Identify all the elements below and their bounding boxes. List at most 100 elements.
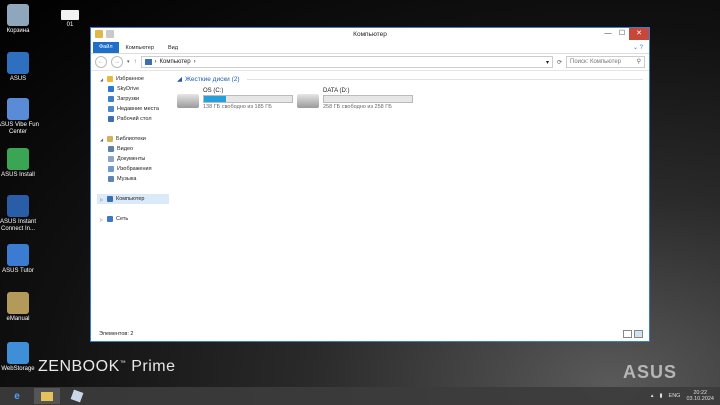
desktop-icon-label: ASUS [9, 76, 27, 82]
drive-name: OS (C:) [203, 88, 224, 94]
asus-install-icon [7, 148, 29, 170]
up-button[interactable]: ↑ [134, 59, 137, 65]
desktop-icon-label: Корзина [6, 28, 30, 34]
drive-free-space: 258 ГБ свободно из 258 ГБ [323, 104, 392, 110]
expand-icon[interactable]: ◢ [100, 137, 104, 142]
internet-explorer-icon[interactable]: e [4, 388, 30, 404]
asus-vibe-icon [7, 98, 29, 120]
desktop-icon-label: ASUS Tutor [2, 268, 34, 274]
system-drive-icon [177, 94, 199, 108]
zenbook-brand: ZENBOOK™ Prime [38, 358, 176, 375]
sidebar-item-label: Компьютер [116, 196, 145, 202]
tab-file[interactable]: Файл [93, 42, 119, 53]
desktop-icon-label: ASUS Install [1, 172, 35, 178]
drive-tile[interactable]: OS (C:) 138 ГБ свободно из 185 ГБ [177, 88, 297, 116]
documents-icon [108, 156, 114, 162]
address-path: Компьютер [159, 59, 191, 65]
sidebar-item-label: Недавние места [117, 106, 159, 112]
search-input[interactable]: Поиск: Компьютер ⚲ [566, 56, 645, 68]
star-icon [107, 76, 113, 82]
desktop-icon-2[interactable]: ASUS [0, 52, 43, 83]
chevron-down-icon[interactable]: ◢ [177, 75, 182, 83]
sidebar-item-4[interactable]: Рабочий стол [97, 114, 169, 124]
app-icon[interactable] [64, 388, 90, 404]
desktop-icon-label: ASUS Instant Connect In... [0, 219, 37, 232]
network-icon[interactable]: ▮ [660, 393, 663, 399]
close-button[interactable]: ✕ [629, 28, 649, 40]
content-pane: ◢ Жесткие диски (2) OS (C:) 138 ГБ свобод… [171, 74, 649, 325]
address-bar[interactable]: › Компьютер › ▾ [140, 56, 553, 68]
desktop-icon-8[interactable]: WebStorage [0, 342, 43, 373]
desktop-icon-7[interactable]: eManual [0, 292, 43, 323]
sidebar-item-11[interactable]: ▷ Сеть [97, 214, 169, 224]
sidebar-item-10[interactable]: ▷ Компьютер [97, 194, 169, 204]
tab-computer[interactable]: Компьютер [119, 45, 161, 51]
sidebar-item-1[interactable]: SkyDrive [97, 84, 169, 94]
sidebar-item-label: Музыка [117, 176, 137, 182]
details-view-icon[interactable] [623, 330, 632, 338]
asus-watermark: ASUS [623, 362, 678, 382]
recycle-bin-icon [7, 4, 29, 26]
minimize-button[interactable]: — [601, 28, 615, 40]
asus-tutor-icon [7, 244, 29, 266]
title-bar[interactable]: Компьютер — ☐ ✕ [91, 28, 649, 42]
navigation-bar: ← → ▾ ↑ › Компьютер › ▾ ⟳ Поиск: Компьют… [91, 54, 649, 71]
desktop-icon [108, 116, 114, 122]
ribbon: Файл Компьютер Вид ⌄ ? [91, 42, 649, 54]
sidebar-item-8[interactable]: Изображения [97, 164, 169, 174]
desktop-icon-4[interactable]: ASUS Install [0, 148, 43, 179]
desktop-icon-5[interactable]: ASUS Instant Connect In... [0, 195, 43, 233]
sidebar-item-6[interactable]: Видео [97, 144, 169, 154]
sidebar-item-7[interactable]: Документы [97, 154, 169, 164]
group-header[interactable]: ◢ Жесткие диски (2) [171, 74, 649, 84]
desktop-icon-label: ASUS Vibe Fun Center [0, 122, 39, 135]
group-label: Жесткие диски (2) [185, 75, 240, 83]
video-icon [108, 146, 114, 152]
drive-tile[interactable]: DATA (D:) 258 ГБ свободно из 258 ГБ [297, 88, 417, 116]
desktop-icon-1[interactable]: 01 [45, 10, 95, 29]
forward-button[interactable]: → [111, 56, 123, 68]
file-explorer-icon[interactable] [34, 388, 60, 404]
expand-icon[interactable]: ◢ [100, 77, 104, 82]
back-button[interactable]: ← [95, 56, 107, 68]
tab-view[interactable]: Вид [161, 45, 185, 51]
desktop-icon-6[interactable]: ASUS Tutor [0, 244, 43, 275]
sidebar-item-3[interactable]: Недавние места [97, 104, 169, 114]
desktop-icon-3[interactable]: ASUS Vibe Fun Center [0, 98, 43, 136]
taskbar: e ▴ ▮ ENG 20:22 03.10.2024 [0, 387, 720, 405]
desktop-icon-label: WebStorage [1, 366, 35, 372]
drive-usage-bar [203, 95, 293, 103]
sidebar-item-9[interactable]: Музыка [97, 174, 169, 184]
large-icons-view-icon[interactable] [634, 330, 643, 338]
maximize-button[interactable]: ☐ [615, 28, 629, 40]
sidebar-item-label: Загрузки [117, 96, 140, 102]
sidebar-item-2[interactable]: Загрузки [97, 94, 169, 104]
address-dropdown-icon[interactable]: ▾ [546, 59, 552, 66]
music-icon [108, 176, 114, 182]
sidebar-item-label: Сеть [116, 216, 129, 222]
download-icon [108, 96, 114, 102]
sidebar-item-label: Видео [117, 146, 134, 152]
flag-icon[interactable]: ▴ [651, 393, 654, 399]
sidebar-item-0[interactable]: ◢ Избранное [97, 74, 169, 84]
status-bar: Элементов: 2 [91, 327, 649, 341]
desktop-icon-label: 01 [66, 22, 74, 28]
help-icon[interactable]: ⌄ ? [633, 44, 643, 51]
language-indicator[interactable]: ENG [669, 393, 681, 399]
drive-free-space: 138 ГБ свободно из 185 ГБ [203, 104, 272, 110]
search-icon[interactable]: ⚲ [637, 58, 641, 65]
refresh-button[interactable]: ⟳ [557, 59, 562, 66]
chevron-right-icon[interactable]: › [194, 59, 196, 65]
recent-icon [108, 106, 114, 112]
emanual-icon [7, 292, 29, 314]
cloud-icon [108, 86, 114, 92]
asus-instant-connect-icon [7, 195, 29, 217]
expand-icon[interactable]: ▷ [100, 217, 104, 222]
hard-drive-icon [297, 94, 319, 108]
desktop-icon-0[interactable]: Корзина [0, 4, 43, 35]
navigation-pane: ◢ Избранное SkyDrive Загрузки Недавние места… [97, 74, 169, 224]
sidebar-item-5[interactable]: ◢ Библиотеки [97, 134, 169, 144]
clock[interactable]: 20:22 03.10.2024 [686, 390, 714, 402]
expand-icon[interactable]: ▷ [100, 197, 104, 202]
recent-locations-icon[interactable]: ▾ [127, 59, 130, 65]
